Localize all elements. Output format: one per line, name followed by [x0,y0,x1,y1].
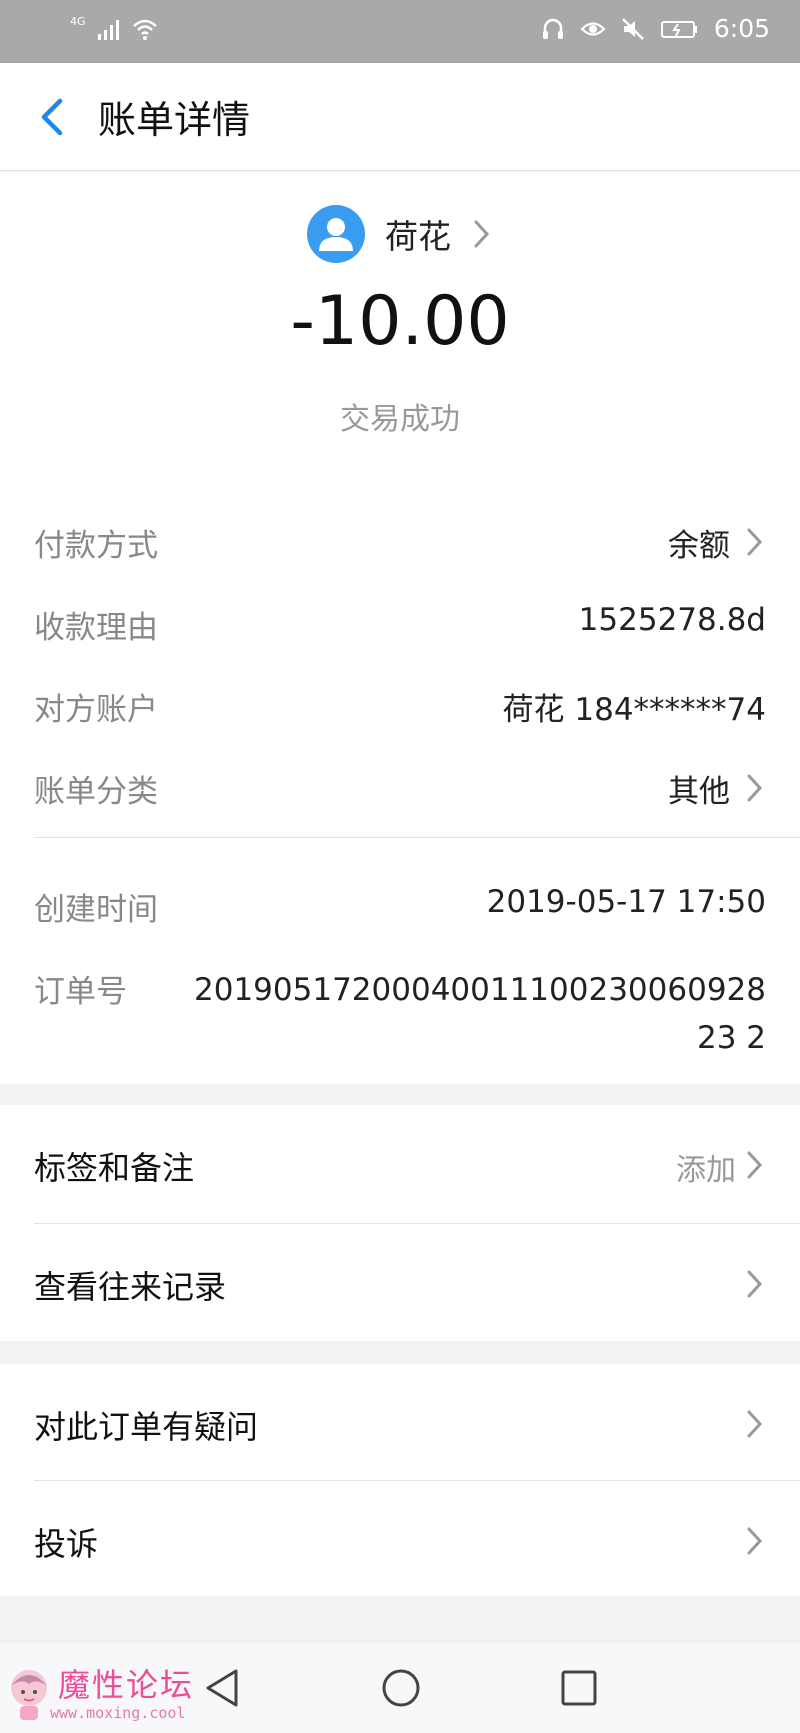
reason-row: 收款理由 1525278.8d [34,590,766,650]
menu-group-2: 对此订单有疑问 投诉 [0,1364,800,1596]
amount: -10.00 [290,282,510,361]
mascot-icon [11,1670,47,1720]
complaint-label: 投诉 [34,1525,99,1563]
chevron-right-icon [747,1527,763,1555]
counterparty-row: 对方账户 荷花 184******74 [34,672,766,732]
created-time-label: 创建时间 [34,892,158,928]
history-label: 查看往来记录 [34,1268,227,1306]
battery-icon [660,20,697,38]
transaction-summary: 荷花 -10.00 交易成功 [0,172,800,472]
payee-link[interactable]: 荷花 [0,202,800,266]
details-section: 付款方式 余额 收款理由 1525278.8d 对方账户 荷花 184*****… [0,472,800,1084]
category-value: 其他 [668,774,730,810]
order-number-label: 订单号 [34,974,127,1010]
status-bar: 4G 6:05 [0,0,800,63]
signal-icon [97,20,119,40]
tags-notes-item[interactable]: 标签和备注 添加 [0,1105,800,1222]
counterparty-value: 荷花 184******74 [502,692,766,728]
page-title: 账单详情 [98,98,251,142]
reason-value: 1525278.8d [578,602,766,638]
payment-method-label: 付款方式 [34,528,158,564]
chevron-right-icon [747,774,763,802]
back-arrow-icon[interactable] [30,91,82,143]
chevron-right-icon [747,1270,763,1298]
reason-label: 收款理由 [34,610,158,646]
headset-icon [542,18,563,39]
divider [34,837,800,838]
category-row[interactable]: 账单分类 其他 [34,754,766,814]
transaction-status: 交易成功 [340,402,460,437]
nav-home-icon[interactable] [378,1665,424,1711]
avatar [307,205,365,263]
counterparty-label: 对方账户 [34,692,158,728]
payment-method-row[interactable]: 付款方式 余额 [34,508,766,568]
watermark-url: www.moxing.cool [50,1704,186,1722]
chevron-right-icon [747,1410,763,1438]
created-time-row: 创建时间 2019-05-17 17:50 [34,872,766,932]
tags-notes-add: 添加 [676,1153,736,1188]
tags-notes-label: 标签和备注 [34,1149,195,1187]
nav-recents-icon[interactable] [556,1665,602,1711]
watermark-text: 魔性论坛 [58,1666,195,1704]
created-time-value: 2019-05-17 17:50 [486,884,766,920]
history-item[interactable]: 查看往来记录 [0,1224,800,1341]
eye-icon [580,21,606,36]
order-number-row: 订单号 2019051720004001110023006092823 2 [34,954,766,1064]
app-header: 账单详情 [0,63,800,171]
wifi-icon [132,19,157,40]
network-type: 4G [70,14,86,28]
user-icon [319,218,353,251]
chevron-right-icon [747,1151,763,1179]
status-left: 4G [70,14,158,42]
complaint-item[interactable]: 投诉 [0,1481,800,1598]
mute-icon [621,17,644,40]
order-question-label: 对此订单有疑问 [34,1408,259,1446]
payment-method-value: 余额 [668,528,730,564]
category-label: 账单分类 [34,774,158,810]
order-number-value: 2019051720004001110023006092823 2 [194,972,766,1056]
order-question-item[interactable]: 对此订单有疑问 [0,1364,800,1481]
status-right: 6:05 [540,14,770,43]
clock: 6:05 [713,14,770,43]
payee-name: 荷花 [385,217,451,256]
chevron-right-icon [474,220,490,248]
menu-group-1: 标签和备注 添加 查看往来记录 [0,1105,800,1341]
watermark: 魔性论坛 www.moxing.cool [6,1660,216,1730]
chevron-right-icon [747,528,763,556]
